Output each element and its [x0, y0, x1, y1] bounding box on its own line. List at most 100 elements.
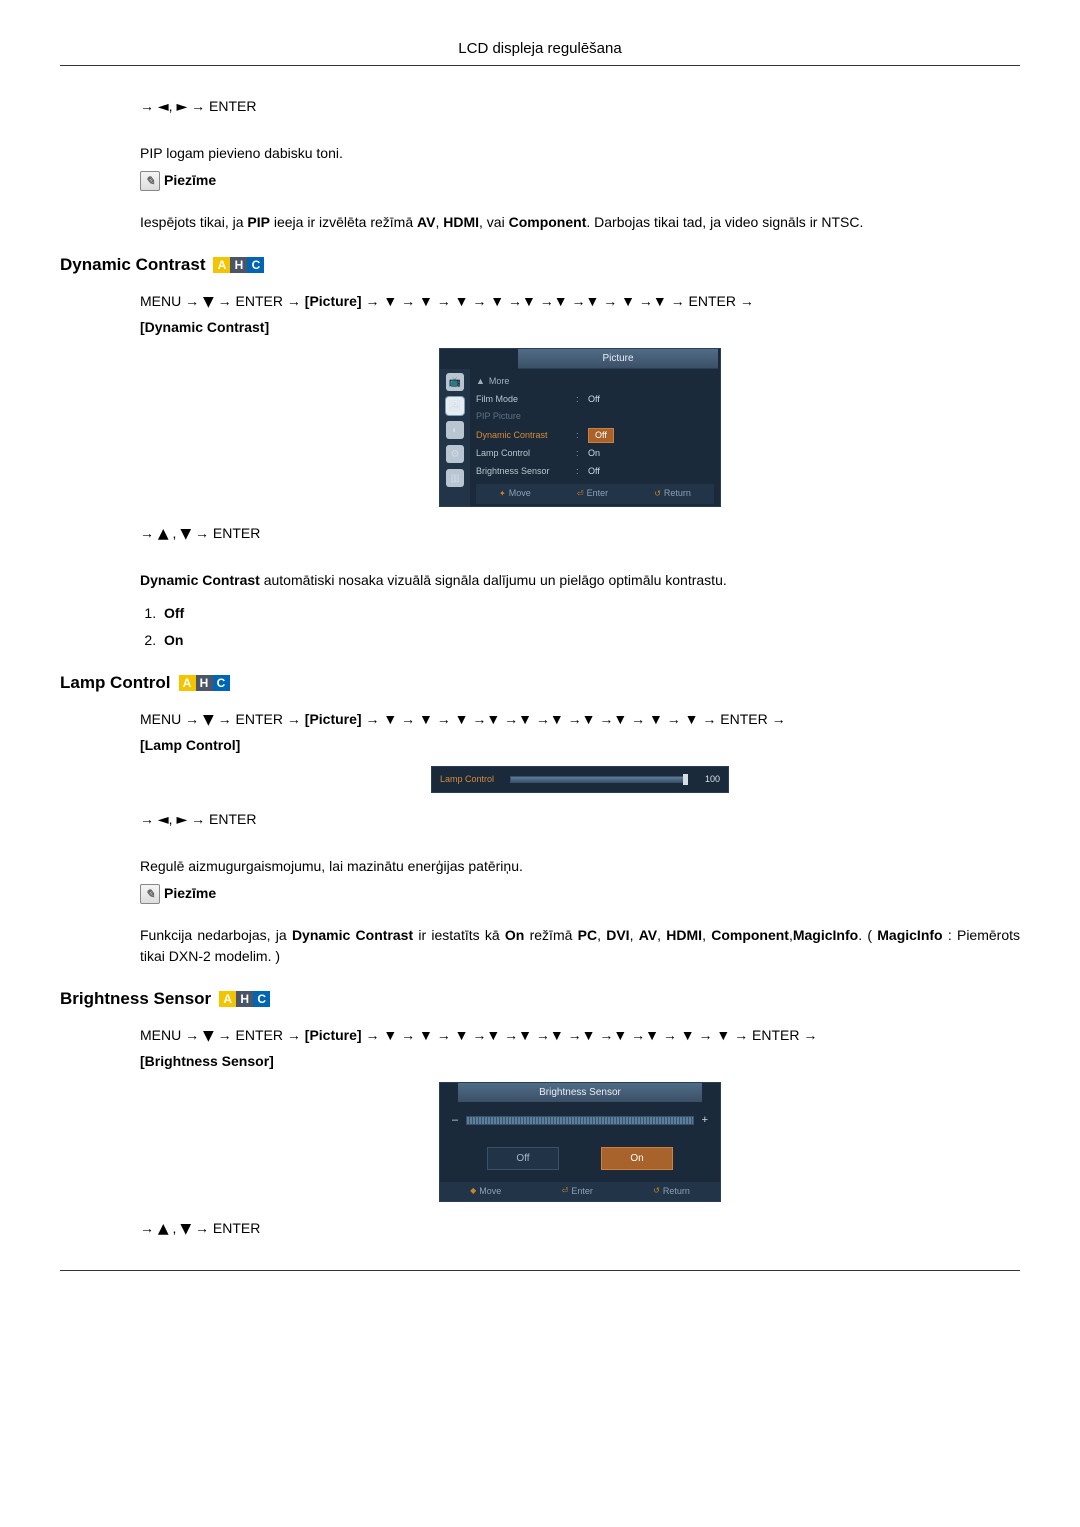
bs-path-end: [Brightness Sensor] — [140, 1051, 1020, 1072]
bs-block: MENU → ▼ → ENTER → [Picture] → ▼ → ▼ → ▼… — [140, 1025, 1020, 1240]
t: , — [657, 927, 666, 943]
up-arrow-icon: ▲ — [158, 1221, 169, 1237]
up-arrow-icon: ▲ — [158, 526, 169, 542]
move-icon: ◆ — [470, 1185, 476, 1197]
t: , — [169, 1220, 181, 1236]
t: MagicInfo — [793, 927, 858, 943]
badge-row: A H C — [179, 675, 230, 691]
t: HDMI — [666, 927, 702, 943]
t: . Darbojas tikai tad, ja video signāls i… — [586, 214, 863, 230]
t: ir iestatīts kā — [413, 927, 505, 943]
osd-row-brightness-sensor[interactable]: Brightness Sensor:Off — [476, 463, 714, 481]
lc-path-end: [Lamp Control] — [140, 735, 1020, 756]
left-arrow-icon: ◄ — [158, 99, 169, 115]
t: → ENTER → — [214, 711, 305, 727]
return-icon: ↺ — [654, 488, 661, 500]
badge-row: A H C — [213, 257, 264, 273]
dynamic-contrast-heading: Dynamic Contrast A H C — [60, 255, 1020, 275]
note-label: Piezīme — [164, 170, 216, 191]
osd-lamp-slider[interactable] — [510, 776, 686, 783]
t: , vai — [479, 214, 509, 230]
right-arrow-icon: ► — [176, 99, 187, 115]
osd-tab-picture-icon[interactable]: 🖼 — [446, 397, 464, 415]
note-icon: ✎ — [140, 171, 160, 191]
dc-path-end: [Dynamic Contrast] — [140, 317, 1020, 338]
dc-options: Off On — [160, 603, 1020, 651]
lc-nav2: → ◄, ► → ENTER — [140, 809, 1020, 831]
osd-tab-sound-icon[interactable]: ◐ — [446, 421, 464, 439]
t: → — [140, 1220, 158, 1236]
osd-brightness-panel: Brightness Sensor – + Off On ◆Move ⏎Ente… — [439, 1082, 721, 1202]
osd-tab-input-icon[interactable]: 📺 — [446, 373, 464, 391]
slider-thumb-icon[interactable] — [683, 774, 688, 785]
right-arrow-icon: ► — [176, 812, 187, 828]
osd-picture-panel: Picture 📺 🖼 ◐ ⚙ ▥ ▲More Film Mode:Off — [439, 348, 721, 507]
t: MagicInfo — [877, 927, 942, 943]
osd-bs-off[interactable]: Off — [487, 1147, 559, 1170]
badge-c-icon: C — [253, 991, 270, 1007]
badge-row: A H C — [219, 991, 270, 1007]
t: AV — [417, 214, 435, 230]
plus-icon[interactable]: + — [702, 1112, 708, 1129]
osd-tab-setup-icon[interactable]: ⚙ — [446, 445, 464, 463]
dc-desc: Dynamic Contrast automātiski nosaka vizu… — [140, 570, 1020, 591]
t: . ( — [858, 927, 877, 943]
osd-bs-title: Brightness Sensor — [458, 1083, 702, 1102]
osd-row-lamp-control[interactable]: Lamp Control:On — [476, 445, 714, 463]
lc-osd-wrap: Lamp Control 100 — [140, 766, 1020, 794]
t: HDMI — [443, 214, 479, 230]
t: Component — [711, 927, 789, 943]
note-row: ✎ Piezīme — [140, 883, 1020, 904]
t: Funkcija nedarbojas, ja — [140, 927, 292, 943]
t: automātiski nosaka vizuālā signāla dalīj… — [260, 572, 727, 588]
arrow-text: → — [140, 98, 158, 114]
heading-text: Brightness Sensor — [60, 989, 211, 1009]
lc-note-text: Funkcija nedarbojas, ja Dynamic Contrast… — [140, 925, 1020, 967]
osd-tab-multi-icon[interactable]: ▥ — [446, 469, 464, 487]
osd-bs-on[interactable]: On — [601, 1147, 673, 1170]
t: , — [597, 927, 606, 943]
osd-row-dynamic-contrast[interactable]: Dynamic Contrast:Off — [476, 426, 714, 446]
bs-nav2: → ▲ , ▼ → ENTER — [140, 1218, 1020, 1240]
lc-menu-path: MENU → ▼ → ENTER → [Picture] → ▼ → ▼ → ▼… — [140, 709, 1020, 731]
osd-bs-options: Off On — [440, 1139, 720, 1182]
osd-row-film-mode[interactable]: Film Mode:Off — [476, 391, 714, 409]
osd-lamp-panel: Lamp Control 100 — [431, 766, 729, 794]
osd-bs-slider[interactable] — [466, 1116, 693, 1125]
t: PIP — [247, 214, 270, 230]
t: ieeja ir izvēlēta režīmā — [270, 214, 417, 230]
t: PIP Picture — [476, 410, 576, 424]
down-arrow-icon: ▼ — [180, 526, 191, 542]
osd-picture-title: Picture — [518, 349, 718, 369]
t: → ENTER → — [214, 293, 305, 309]
badge-a-icon: A — [213, 257, 230, 273]
bs-osd-wrap: Brightness Sensor – + Off On ◆Move ⏎Ente… — [140, 1082, 1020, 1202]
dc-menu-path: MENU → ▼ → ENTER → [Picture] → ▼ → ▼ → ▼… — [140, 291, 1020, 313]
page-title: LCD displeja regulēšana — [60, 40, 1020, 66]
t: AV — [639, 927, 657, 943]
t: → ENTER — [191, 525, 260, 541]
heading-text: Lamp Control — [60, 673, 171, 693]
osd-row-more[interactable]: ▲More — [476, 373, 714, 391]
lamp-control-heading: Lamp Control A H C — [60, 673, 1020, 693]
badge-a-icon: A — [219, 991, 236, 1007]
left-arrow-icon: ◄ — [158, 812, 169, 828]
dc-nav2: → ▲ , ▼ → ENTER — [140, 523, 1020, 545]
badge-c-icon: C — [213, 675, 230, 691]
t: Off — [588, 393, 600, 407]
osd-lamp-label: Lamp Control — [440, 773, 502, 787]
intro-nav: → ◄, ► → ENTER — [140, 96, 1020, 118]
t: → ▼ → ▼ → ▼ →▼ →▼ →▼ →▼ →▼ → ▼ → ▼ → ENT… — [362, 711, 786, 727]
heading-text: Dynamic Contrast — [60, 255, 205, 275]
note-icon: ✎ — [140, 884, 160, 904]
t: → ▼ → ▼ → ▼ →▼ →▼ →▼ →▼ →▼ →▼ → ▼ → ▼ → … — [362, 1027, 818, 1043]
minus-icon[interactable]: – — [452, 1112, 458, 1129]
t: Enter — [571, 1185, 593, 1199]
down-arrow-icon: ▼ — [203, 712, 214, 728]
t: On — [505, 927, 524, 943]
down-arrow-icon: ▼ — [203, 294, 214, 310]
lc-block: MENU → ▼ → ENTER → [Picture] → ▼ → ▼ → ▼… — [140, 709, 1020, 968]
t: → ▼ → ▼ → ▼ → ▼ →▼ →▼ →▼ → ▼ →▼ → ENTER … — [362, 293, 754, 309]
badge-h-icon: H — [236, 991, 253, 1007]
osd-lamp-value: 100 — [694, 773, 720, 787]
